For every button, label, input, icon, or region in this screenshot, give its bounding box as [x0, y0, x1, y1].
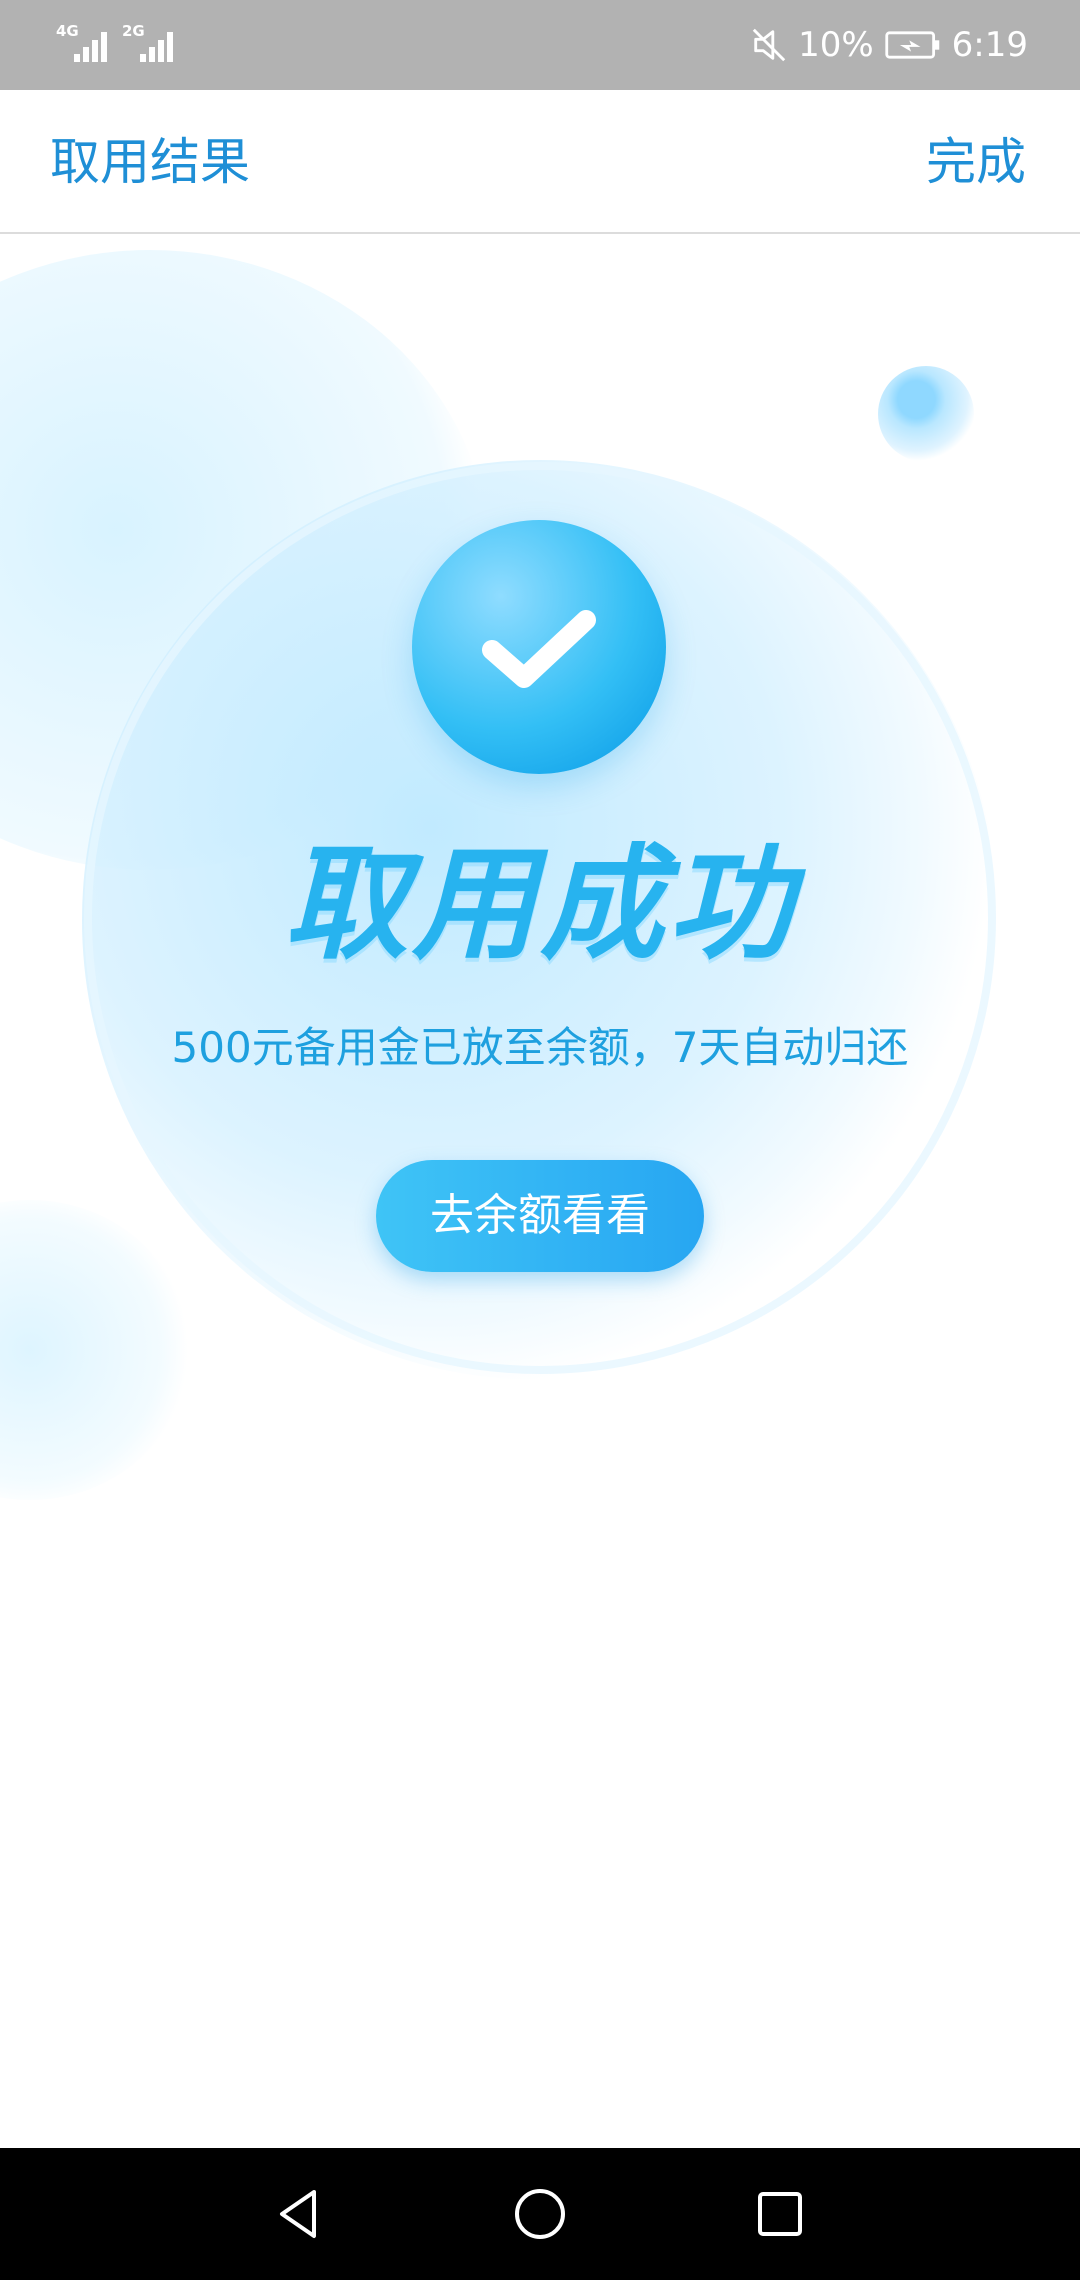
- decorative-bubble: [0, 1200, 190, 1500]
- success-description: 500元备用金已放至余额，7天自动归还: [171, 1023, 909, 1072]
- system-nav-bar: [0, 2148, 1080, 2280]
- mute-icon: [750, 26, 788, 64]
- signal-icon: [140, 32, 173, 62]
- screen: 4G 2G 10% 6:19 取用结果 完成 取用成功 500元备用金已放至余额…: [0, 0, 1080, 2280]
- status-bar: 4G 2G 10% 6:19: [0, 0, 1080, 90]
- clock: 6:19: [951, 25, 1028, 65]
- check-icon: [482, 610, 596, 688]
- view-balance-button[interactable]: 去余额看看: [376, 1160, 704, 1272]
- success-badge: [412, 520, 666, 774]
- signal-icon: [74, 32, 107, 62]
- home-icon: [515, 2189, 565, 2239]
- decorative-bubble: [0, 250, 490, 870]
- page-title: 取用结果: [50, 133, 250, 191]
- battery-charging-icon: [884, 30, 942, 60]
- done-button[interactable]: 完成: [926, 130, 1026, 194]
- back-icon: [280, 2190, 316, 2238]
- decorative-small-bubble: [878, 366, 974, 462]
- home-button[interactable]: [510, 2184, 570, 2244]
- back-button[interactable]: [270, 2184, 330, 2244]
- recent-apps-button[interactable]: [750, 2184, 810, 2244]
- battery-percent: 10%: [798, 25, 874, 65]
- app-header: 取用结果 完成: [0, 90, 1080, 234]
- recent-apps-icon: [758, 2192, 802, 2236]
- success-title: 取用成功: [283, 833, 796, 977]
- status-right: 10% 6:19: [750, 18, 1028, 72]
